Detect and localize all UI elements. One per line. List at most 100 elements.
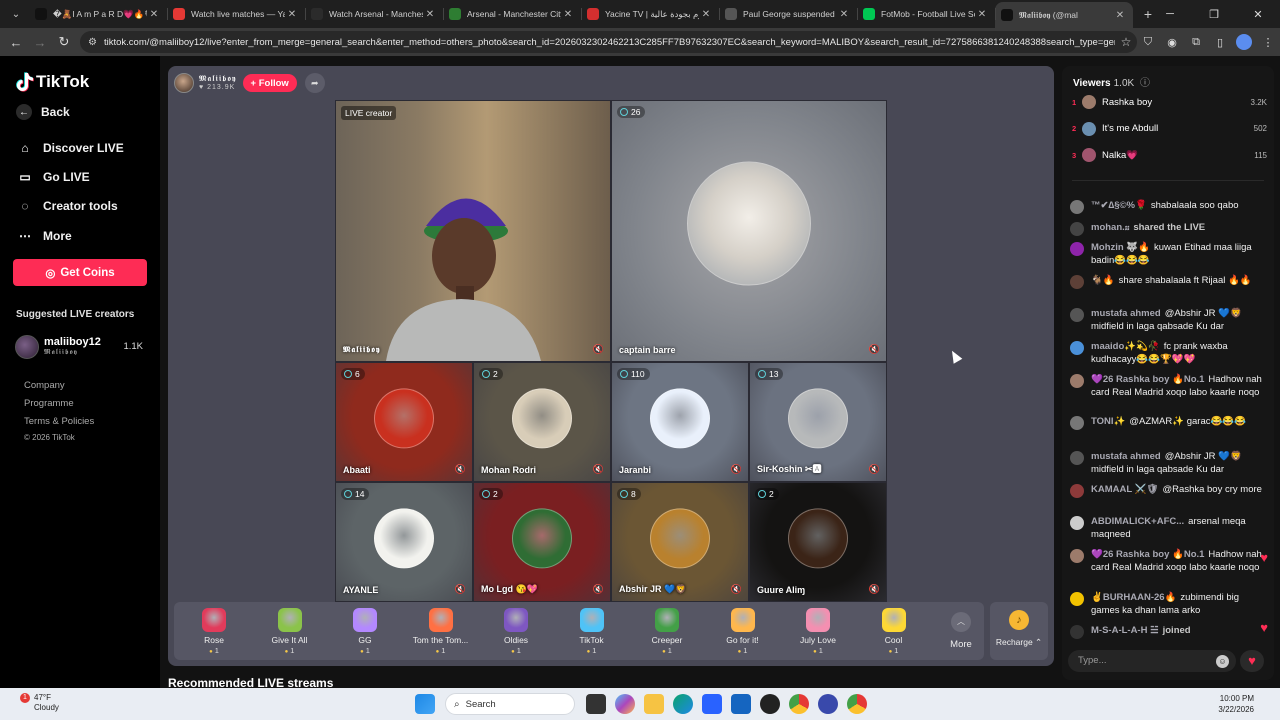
tab-search-icon[interactable]: ⌄ xyxy=(3,4,29,24)
chat-username[interactable]: 🐐🔥 xyxy=(1091,275,1115,286)
app-icon[interactable] xyxy=(817,694,838,714)
extension-icon[interactable]: ◉ xyxy=(1160,36,1184,49)
chat-message[interactable]: Mohzin 🐺🔥 kuwan Etihad maa liiga badin😂😂😂 xyxy=(1070,242,1266,267)
chat-input[interactable]: Type... xyxy=(1068,650,1236,672)
bookmark-star-icon[interactable]: ☆ xyxy=(1115,35,1137,49)
chat-username[interactable]: mohan.᎓᎓ xyxy=(1091,222,1129,233)
like-heart-button[interactable]: ♥ xyxy=(1240,650,1264,672)
browser-tab[interactable]: Watch live matches — Ya ✕ xyxy=(167,2,305,26)
get-coins-button[interactable]: ◎ Get Coins xyxy=(13,259,147,286)
close-icon[interactable]: ✕ xyxy=(423,9,437,20)
close-window-icon[interactable]: ✕ xyxy=(1236,8,1280,21)
footer-link-terms[interactable]: Terms & Policies xyxy=(24,416,94,427)
chat-message[interactable]: KAMAAL ⚔️🛡 @Rashka boy cry more xyxy=(1070,484,1266,498)
sidebar-item-go-live[interactable]: ▭ Go LIVE xyxy=(16,169,89,185)
shield-icon[interactable]: ⛉ xyxy=(1136,36,1160,49)
guest-cell[interactable]: 2 Mo Lgd 😘💖 🔇 xyxy=(473,482,611,602)
suggested-creator[interactable]: maliiboy12 𝕸𝖆𝖑𝖎𝖎𝖇𝖔𝖞 1.1K xyxy=(15,334,147,362)
chat-username[interactable]: M-S-A-L-A-H ☱ xyxy=(1091,625,1159,636)
close-icon[interactable]: ✕ xyxy=(837,9,851,20)
footer-link-company[interactable]: Company xyxy=(24,380,65,391)
address-bar[interactable]: ⚙ tiktok.com/@maliiboy12/live?enter_from… xyxy=(80,31,1137,53)
recharge-button[interactable]: ♪ Recharge ⌃ xyxy=(990,602,1048,660)
chat-username[interactable]: 💜26 Rashka boy 🔥No.1 xyxy=(1091,374,1204,385)
close-icon[interactable]: ✕ xyxy=(699,9,713,20)
profile-avatar[interactable] xyxy=(1236,34,1252,50)
guest-cell[interactable]: 110 Jaranbi 🔇 xyxy=(611,362,749,482)
chat-message[interactable]: maaido✨💫🥀 fc prank waxba kudhacayy😂😂🏆💖💖 xyxy=(1070,341,1266,366)
browser-tab[interactable]: �🧸I A m P a R D💗🔥🕊 ✕ xyxy=(29,2,167,26)
gift-item[interactable]: GG1 xyxy=(331,608,399,655)
gift-item[interactable]: TikTok1 xyxy=(558,608,626,655)
guest-cell[interactable]: 6 Abaati 🔇 xyxy=(335,362,473,482)
guest-cell-host[interactable]: LIVE creator 𝕸𝖆𝖑𝖎𝖎𝖇𝖔𝖞 🔇 xyxy=(335,100,611,362)
chat-message[interactable]: mohan.᎓᎓ shared the LIVE xyxy=(1070,222,1266,236)
host-info[interactable]: 𝕸𝖆𝖑𝖎𝖎𝖇𝖔𝖞 ♥ 213.9K xyxy=(199,74,237,92)
chat-message[interactable]: 💜26 Rashka boy 🔥No.1 Hadhow nah card Real… xyxy=(1070,549,1266,574)
copilot-icon[interactable] xyxy=(614,694,635,714)
follow-button[interactable]: + Follow xyxy=(242,74,297,92)
guest-cell-captain-barre[interactable]: 26 captain barre 🔇 xyxy=(611,100,887,362)
chat-message[interactable]: ABDIMALICK+AFC... arsenal meqa maqneed xyxy=(1070,516,1266,541)
guest-cell[interactable]: 2 Guure Aliɱ 🔇 xyxy=(749,482,887,602)
guest-cell[interactable]: 2 Mohan Rodri 🔇 xyxy=(473,362,611,482)
close-icon[interactable]: ✕ xyxy=(561,9,575,20)
reload-icon[interactable]: ↻ xyxy=(52,34,76,50)
chat-message[interactable]: mustafa ahmed @Abshir JR 💙🦁 midfield in l… xyxy=(1070,451,1266,476)
more-gifts-button[interactable]: ︿ More xyxy=(942,612,980,650)
outlook-icon[interactable] xyxy=(730,694,751,714)
windows-start-icon[interactable] xyxy=(414,694,435,714)
browser-tab[interactable]: Watch Arsenal - Manches ✕ xyxy=(305,2,443,26)
chat-username[interactable]: maaido✨💫🥀 xyxy=(1091,341,1160,352)
gift-item[interactable]: July Love1 xyxy=(784,608,852,655)
forward-arrow-icon[interactable]: → xyxy=(28,35,52,50)
site-info-icon[interactable]: ⚙ xyxy=(88,37,104,48)
sidepanel-icon[interactable]: ▯ xyxy=(1208,36,1232,49)
guest-cell[interactable]: 13 Sir-Koshin ✂🅰 🔇 xyxy=(749,362,887,482)
chrome-icon[interactable] xyxy=(788,694,809,714)
close-icon[interactable]: ✕ xyxy=(147,9,161,20)
puzzle-icon[interactable]: ⧉ xyxy=(1184,36,1208,49)
guest-cell[interactable]: 14 AYANLE 🔇 xyxy=(335,482,473,602)
chat-message[interactable]: 🐐🔥 share shabalaala ft Rijaal 🔥🔥 xyxy=(1070,275,1266,289)
gift-item[interactable]: Rose1 xyxy=(180,608,248,655)
chat-username[interactable]: ™✔∆§©%🌹 xyxy=(1091,200,1147,211)
taskbar-search[interactable]: ⌕ Search xyxy=(445,693,575,715)
browser-tab[interactable]: Paul George suspended f ✕ xyxy=(719,2,857,26)
gift-item[interactable]: Creeper1 xyxy=(633,608,701,655)
close-icon[interactable]: ✕ xyxy=(285,9,299,20)
close-icon[interactable]: ✕ xyxy=(975,9,989,20)
emoji-icon[interactable]: ☺ xyxy=(1216,655,1229,668)
browser-tab[interactable]: 𝕸𝖆𝖑𝖎𝖎𝖇𝖔𝖞 (@mal ✕ xyxy=(995,2,1133,28)
restore-icon[interactable]: ❐ xyxy=(1192,8,1236,21)
chat-username[interactable]: ABDIMALICK+AFC... xyxy=(1091,516,1184,527)
gift-item[interactable]: Go for it!1 xyxy=(709,608,777,655)
back-button[interactable]: ← Back xyxy=(16,104,70,120)
taskbar-clock[interactable]: 10:00 PM 3/22/2026 xyxy=(1218,693,1254,715)
info-icon[interactable]: ⓘ xyxy=(1140,78,1150,89)
edge-icon[interactable] xyxy=(672,694,693,714)
browser-menu-icon[interactable]: ⋮ xyxy=(1256,36,1280,49)
chat-message[interactable]: ✌BURHAAN-26🔥 zubimendi big games ka dhan … xyxy=(1070,592,1266,617)
browser-tab[interactable]: Yacine TV | يوم بجودة عالية✕ xyxy=(581,2,719,26)
avatar[interactable] xyxy=(174,73,194,93)
browser-tab[interactable]: FotMob - Football Live Sc ✕ xyxy=(857,2,995,26)
minimize-icon[interactable]: ─ xyxy=(1148,8,1192,20)
viewers-title[interactable]: Viewers 1.0K ⓘ xyxy=(1073,74,1150,89)
app-icon[interactable] xyxy=(759,694,780,714)
file-explorer-icon[interactable] xyxy=(643,694,664,714)
gift-item[interactable]: Give It All1 xyxy=(256,608,324,655)
chat-message[interactable]: 💜26 Rashka boy 🔥No.1 Hadhow nah card Real… xyxy=(1070,374,1266,399)
gift-item[interactable]: Oldies1 xyxy=(482,608,550,655)
back-arrow-icon[interactable]: ← xyxy=(4,35,28,50)
footer-link-programme[interactable]: Programme xyxy=(24,398,74,409)
close-icon[interactable]: ✕ xyxy=(1113,10,1127,21)
chat-username[interactable]: KAMAAL ⚔️🛡 xyxy=(1091,484,1159,495)
chat-message[interactable]: mustafa ahmed @Abshir JR 💙🦁 midfield in l… xyxy=(1070,308,1266,333)
chat-username[interactable]: ✌BURHAAN-26🔥 xyxy=(1091,592,1176,603)
chat-message[interactable]: TONI✨ @AZMAR✨ garac😂😂😂 xyxy=(1070,416,1266,430)
chat-username[interactable]: 💜26 Rashka boy 🔥No.1 xyxy=(1091,549,1204,560)
sidebar-item-discover-live[interactable]: ⌂ Discover LIVE xyxy=(16,140,123,156)
task-view-icon[interactable] xyxy=(585,694,606,714)
gift-item[interactable]: Tom the Tom...1 xyxy=(407,608,475,655)
